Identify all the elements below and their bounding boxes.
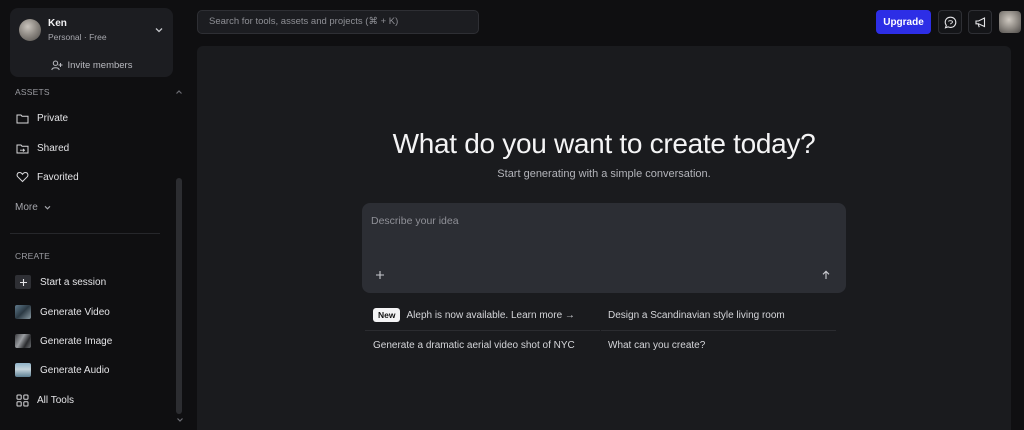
chevron-down-icon[interactable] bbox=[176, 416, 184, 424]
search-input[interactable]: Search for tools, assets and projects (⌘… bbox=[197, 10, 479, 34]
announcement-link[interactable]: New Aleph is now available. Learn more → bbox=[373, 304, 575, 326]
sidebar-item-start-session[interactable]: Start a session bbox=[8, 269, 168, 295]
grid-icon bbox=[15, 393, 29, 407]
add-user-icon bbox=[50, 60, 63, 70]
chevron-up-icon[interactable] bbox=[175, 88, 183, 96]
prompt-placeholder: Describe your idea bbox=[371, 215, 459, 227]
page-subtitle: Start generating with a simple conversat… bbox=[497, 168, 711, 180]
sidebar-item-shared[interactable]: Shared bbox=[8, 135, 168, 161]
chevron-down-icon bbox=[155, 28, 163, 33]
sidebar-item-label: Private bbox=[37, 112, 69, 124]
arrow-up-icon[interactable] bbox=[820, 269, 832, 281]
video-thumbnail bbox=[15, 305, 31, 319]
account-switcher[interactable]: Ken Personal · Free bbox=[10, 8, 173, 52]
shared-folder-icon bbox=[15, 141, 29, 155]
chevron-down-icon bbox=[44, 205, 51, 210]
announcements-button[interactable] bbox=[968, 10, 992, 34]
plus-icon[interactable] bbox=[374, 269, 386, 281]
divider bbox=[601, 330, 836, 331]
prompt-input[interactable]: Describe your idea bbox=[362, 203, 846, 293]
sidebar-item-all-tools[interactable]: All Tools bbox=[8, 387, 168, 413]
new-badge: New bbox=[373, 308, 401, 322]
announcement-text: Aleph is now available. Learn more → bbox=[406, 309, 575, 321]
account-card: Ken Personal · Free Invite members bbox=[10, 8, 173, 77]
suggestion-text: Generate a dramatic aerial video shot of… bbox=[373, 339, 575, 351]
chat-bubble-icon bbox=[944, 16, 956, 29]
avatar bbox=[19, 19, 41, 41]
audio-thumbnail bbox=[15, 363, 31, 377]
avatar[interactable] bbox=[999, 11, 1021, 33]
page-title: What do you want to create today? bbox=[392, 128, 816, 159]
suggestion-chip[interactable]: What can you create? bbox=[608, 334, 705, 356]
main-panel: What do you want to create today? Start … bbox=[197, 46, 1011, 430]
sidebar-item-label: Generate Video bbox=[40, 306, 110, 318]
megaphone-icon bbox=[974, 16, 985, 27]
invite-members-label: Invite members bbox=[67, 59, 133, 71]
suggestion-chip[interactable]: Design a Scandinavian style living room bbox=[608, 304, 785, 326]
more-label: More bbox=[15, 201, 38, 213]
account-name: Ken bbox=[48, 17, 67, 29]
sidebar-item-label: Start a session bbox=[40, 276, 107, 288]
sidebar-item-generate-video[interactable]: Generate Video bbox=[8, 299, 168, 325]
sidebar-item-label: All Tools bbox=[37, 394, 75, 406]
suggestion-text: Design a Scandinavian style living room bbox=[608, 309, 785, 321]
sidebar-item-generate-image[interactable]: Generate Image bbox=[8, 328, 168, 354]
heart-icon bbox=[15, 170, 29, 184]
sidebar-item-label: Generate Audio bbox=[40, 364, 110, 376]
account-plan: Personal · Free bbox=[48, 31, 107, 42]
sidebar-more-button[interactable]: More bbox=[8, 194, 168, 220]
feedback-button[interactable] bbox=[938, 10, 962, 34]
plus-icon bbox=[15, 275, 31, 289]
sidebar: Ken Personal · Free Invite members ASSET… bbox=[0, 0, 188, 430]
sidebar-scrollbar[interactable] bbox=[176, 178, 182, 414]
divider bbox=[10, 233, 160, 234]
folder-icon bbox=[15, 111, 29, 125]
image-thumbnail bbox=[15, 334, 31, 348]
sidebar-item-generate-audio[interactable]: Generate Audio bbox=[8, 357, 168, 383]
divider bbox=[365, 330, 600, 331]
suggestion-chip[interactable]: Generate a dramatic aerial video shot of… bbox=[373, 334, 575, 356]
upgrade-button[interactable]: Upgrade bbox=[876, 10, 931, 34]
invite-members-button[interactable]: Invite members bbox=[10, 55, 173, 75]
suggestion-text: What can you create? bbox=[608, 339, 706, 351]
sidebar-item-favorited[interactable]: Favorited bbox=[8, 164, 168, 190]
sidebar-item-label: Generate Image bbox=[40, 335, 113, 347]
sidebar-item-private[interactable]: Private bbox=[8, 105, 168, 131]
sidebar-item-label: Favorited bbox=[37, 171, 79, 183]
create-section-label: CREATE bbox=[15, 251, 51, 261]
sidebar-item-label: Shared bbox=[37, 142, 70, 154]
assets-section-label: ASSETS bbox=[15, 87, 50, 97]
